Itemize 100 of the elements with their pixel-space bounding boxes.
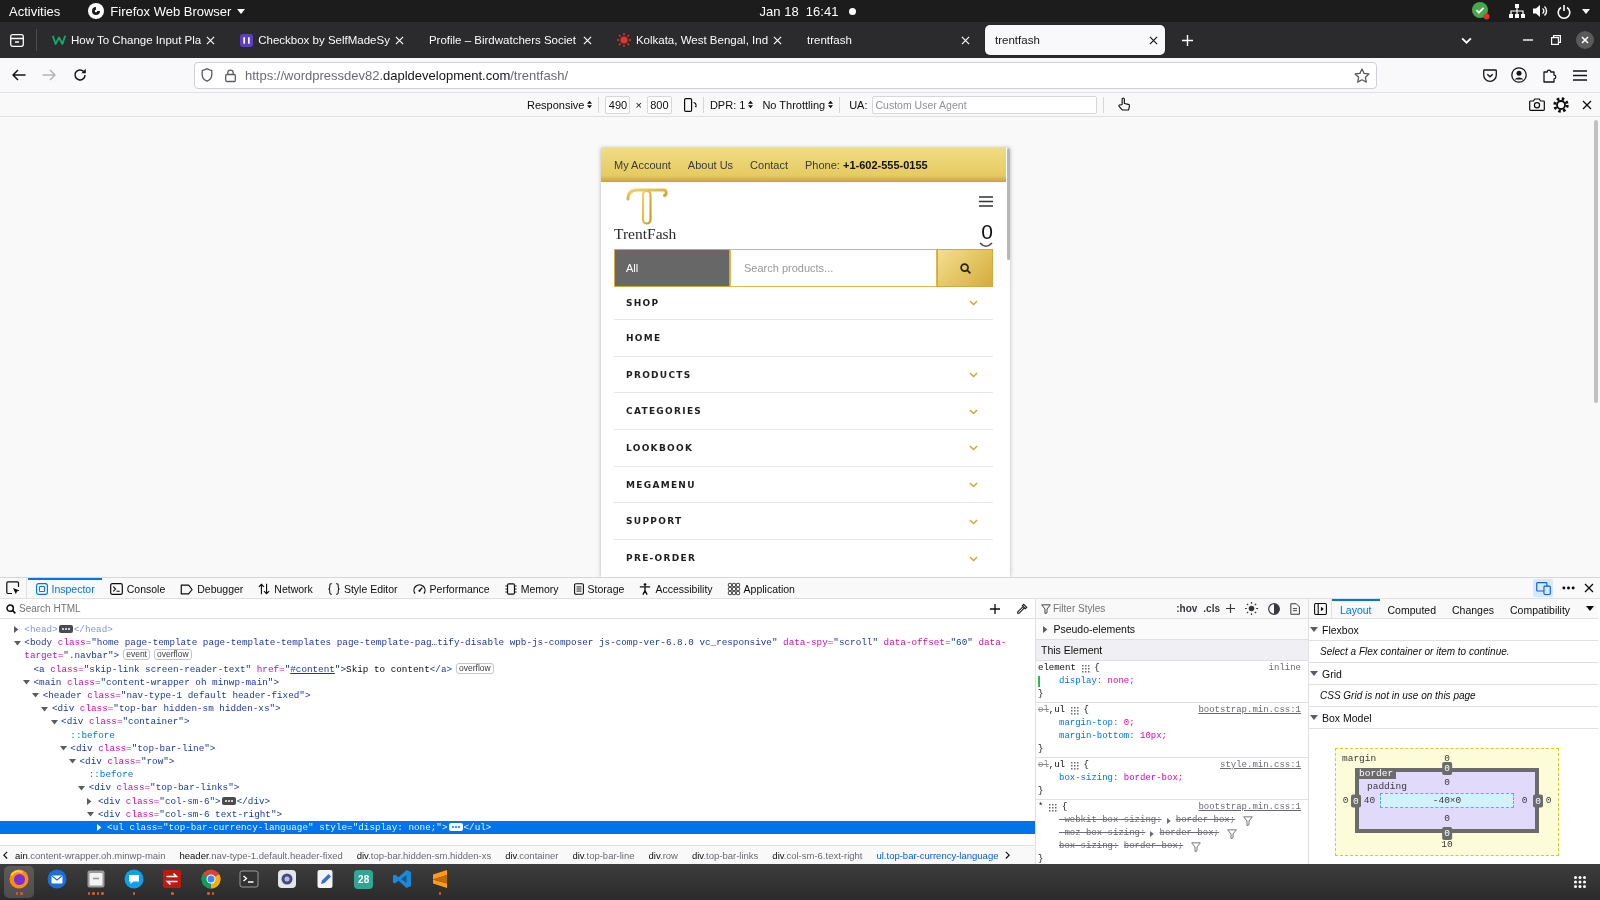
close-icon[interactable] — [1582, 99, 1592, 110]
border-value[interactable]: 0 — [1442, 761, 1452, 775]
markup-badge[interactable]: overflow — [153, 649, 192, 661]
padding-value[interactable]: 40 — [1359, 793, 1380, 808]
markup-node[interactable]: ::before — [0, 728, 1035, 742]
width-field[interactable]: 490 — [605, 95, 631, 114]
sidebar-tab[interactable]: Compatibility — [1502, 599, 1579, 618]
plus-icon[interactable] — [1226, 604, 1235, 613]
markup-node[interactable]: <div class="top-bar-links"> — [0, 781, 1035, 795]
css-property[interactable]: margin-top: — [1059, 717, 1119, 730]
toggle-button[interactable]: .cls — [1203, 603, 1220, 614]
browser-tab[interactable]: trentfash — [985, 25, 1166, 55]
menu-item[interactable]: PRE-ORDER — [614, 540, 993, 577]
scrollbar[interactable] — [1006, 148, 1010, 260]
network-icon[interactable] — [1509, 4, 1525, 18]
sidebar-tab[interactable]: Changes — [1444, 599, 1502, 618]
brand-name[interactable]: TrentFash — [614, 225, 677, 242]
ellipsis-icon[interactable] — [58, 625, 73, 633]
breadcrumb[interactable]: div.row — [641, 849, 685, 861]
section-toggle[interactable]: Box Model — [1309, 707, 1598, 729]
person-circle-icon[interactable] — [1511, 67, 1527, 83]
breadcrumb[interactable]: div.container — [498, 849, 566, 861]
responsive-mode-button[interactable] — [1533, 579, 1553, 597]
eyedropper-icon[interactable] — [1016, 602, 1028, 615]
new-tab-icon[interactable] — [1182, 34, 1194, 46]
devtools-tab[interactable]: Application — [720, 578, 803, 598]
shield-chevron-icon[interactable] — [1483, 68, 1497, 82]
scroll-left-icon[interactable] — [3, 850, 8, 860]
expanded-arrow-icon[interactable] — [59, 746, 67, 751]
css-selector[interactable]: ol, — [1038, 759, 1055, 772]
css-property[interactable]: box-sizing: — [1059, 772, 1119, 785]
settings-icon[interactable] — [1553, 96, 1569, 113]
border-value[interactable]: 0 — [1533, 794, 1543, 807]
search-button[interactable] — [937, 249, 993, 287]
toggle-button[interactable]: :hov — [1176, 603, 1198, 614]
dotted-grid-icon[interactable] — [1049, 803, 1057, 812]
close-icon[interactable] — [1584, 583, 1594, 593]
markup-node[interactable]: <ul class="top-bar-currency-language" style="display: none;"> </ul> — [0, 821, 1035, 835]
browser-tab[interactable]: Kolkata, West Bengal, Ind — [606, 25, 790, 55]
scroll-right-icon[interactable] — [1005, 850, 1011, 860]
ellipsis-icon[interactable] — [221, 796, 236, 805]
css-selector[interactable]: ul — [1054, 704, 1066, 717]
expanded-arrow-icon[interactable] — [50, 719, 58, 725]
devtools-tab[interactable]: Console — [102, 578, 173, 598]
markup-node[interactable]: <a class="skip-link screen-reader-text" href="#content">Skip to content</a> overflow — [0, 662, 1035, 676]
more-icon[interactable] — [1562, 586, 1575, 590]
css-value[interactable]: border-box; — [1123, 840, 1184, 853]
filter-icon[interactable] — [1191, 841, 1202, 852]
section-toggle[interactable]: Grid — [1309, 663, 1598, 685]
reload-icon[interactable] — [73, 68, 87, 82]
tab-list-icon[interactable] — [10, 33, 24, 47]
user-agent-field[interactable]: Custom User Agent — [871, 95, 1097, 114]
expand-arrow-icon[interactable] — [1166, 817, 1171, 824]
sidebar-toggle-icon[interactable] — [1313, 602, 1327, 615]
expanded-arrow-icon[interactable] — [32, 693, 40, 698]
menu-item[interactable]: SUPPORT — [614, 503, 993, 541]
restore-icon[interactable] — [1551, 35, 1561, 45]
puzzle-icon[interactable] — [1543, 67, 1558, 83]
close-tab-icon[interactable] — [1149, 35, 1159, 45]
collapsed-arrow-icon[interactable] — [96, 824, 101, 832]
menu-item[interactable]: LOOKBOOK — [614, 430, 993, 467]
lock-icon[interactable] — [225, 68, 236, 82]
activities-button[interactable]: Activities — [9, 3, 61, 19]
collapsed-arrow-icon[interactable] — [87, 797, 92, 805]
category-select[interactable]: All — [614, 249, 730, 287]
volume-icon[interactable] — [1533, 4, 1549, 18]
markup-badge[interactable]: event — [123, 649, 150, 661]
markup-node[interactable]: <div class="container"> — [0, 715, 1035, 729]
check-badge-icon[interactable] — [1472, 2, 1490, 20]
markup-node[interactable]: <div class="row"> — [0, 755, 1035, 769]
expanded-arrow-icon[interactable] — [78, 785, 86, 791]
menu-item[interactable]: SHOP — [614, 287, 993, 320]
search-html-field[interactable]: Search HTML — [19, 603, 987, 614]
css-selector[interactable]: element — [1038, 662, 1076, 675]
contrast-icon[interactable] — [1268, 602, 1280, 615]
devtools-tab[interactable]: Inspector — [28, 578, 103, 598]
dotted-grid-icon[interactable] — [1071, 706, 1079, 715]
breadcrumb[interactable]: div.top-bar-links — [684, 849, 766, 861]
dotted-grid-icon[interactable] — [1081, 664, 1090, 673]
clock[interactable]: Jan 18 16:41 — [759, 3, 839, 19]
browser-tab[interactable]: trentfash — [797, 25, 978, 55]
css-value[interactable]: 10px; — [1140, 730, 1168, 743]
breadcrumb[interactable]: div.col-sm-6.text-right — [765, 849, 870, 861]
breadcrumb[interactable]: ain.content-wrapper.oh.minwp-main — [8, 849, 173, 861]
menu-icon[interactable] — [979, 196, 993, 207]
close-window-icon[interactable] — [1576, 31, 1594, 49]
css-value[interactable]: none; — [1107, 675, 1135, 688]
browser-tab[interactable]: Profile – Birdwatchers Societ — [418, 25, 599, 55]
devtools-tab[interactable]: Performance — [405, 578, 498, 598]
markup-node[interactable]: <div class="top-bar-line"> — [0, 741, 1035, 756]
menu-item[interactable]: HOME — [614, 320, 993, 357]
camera-icon[interactable] — [1529, 98, 1545, 111]
css-property[interactable]: -moz-box-sizing: — [1059, 827, 1146, 840]
markup-node[interactable]: <header class="nav-type-1 default header-fixed"> — [0, 689, 1035, 703]
filter-icon[interactable] — [1243, 815, 1254, 826]
expanded-arrow-icon[interactable] — [23, 680, 30, 685]
source-link[interactable]: style.min.css:1 — [1220, 759, 1301, 772]
css-property[interactable]: box-sizing: — [1059, 840, 1119, 853]
menu-icon[interactable] — [1573, 69, 1587, 81]
css-selector[interactable]: ol, — [1038, 704, 1055, 717]
